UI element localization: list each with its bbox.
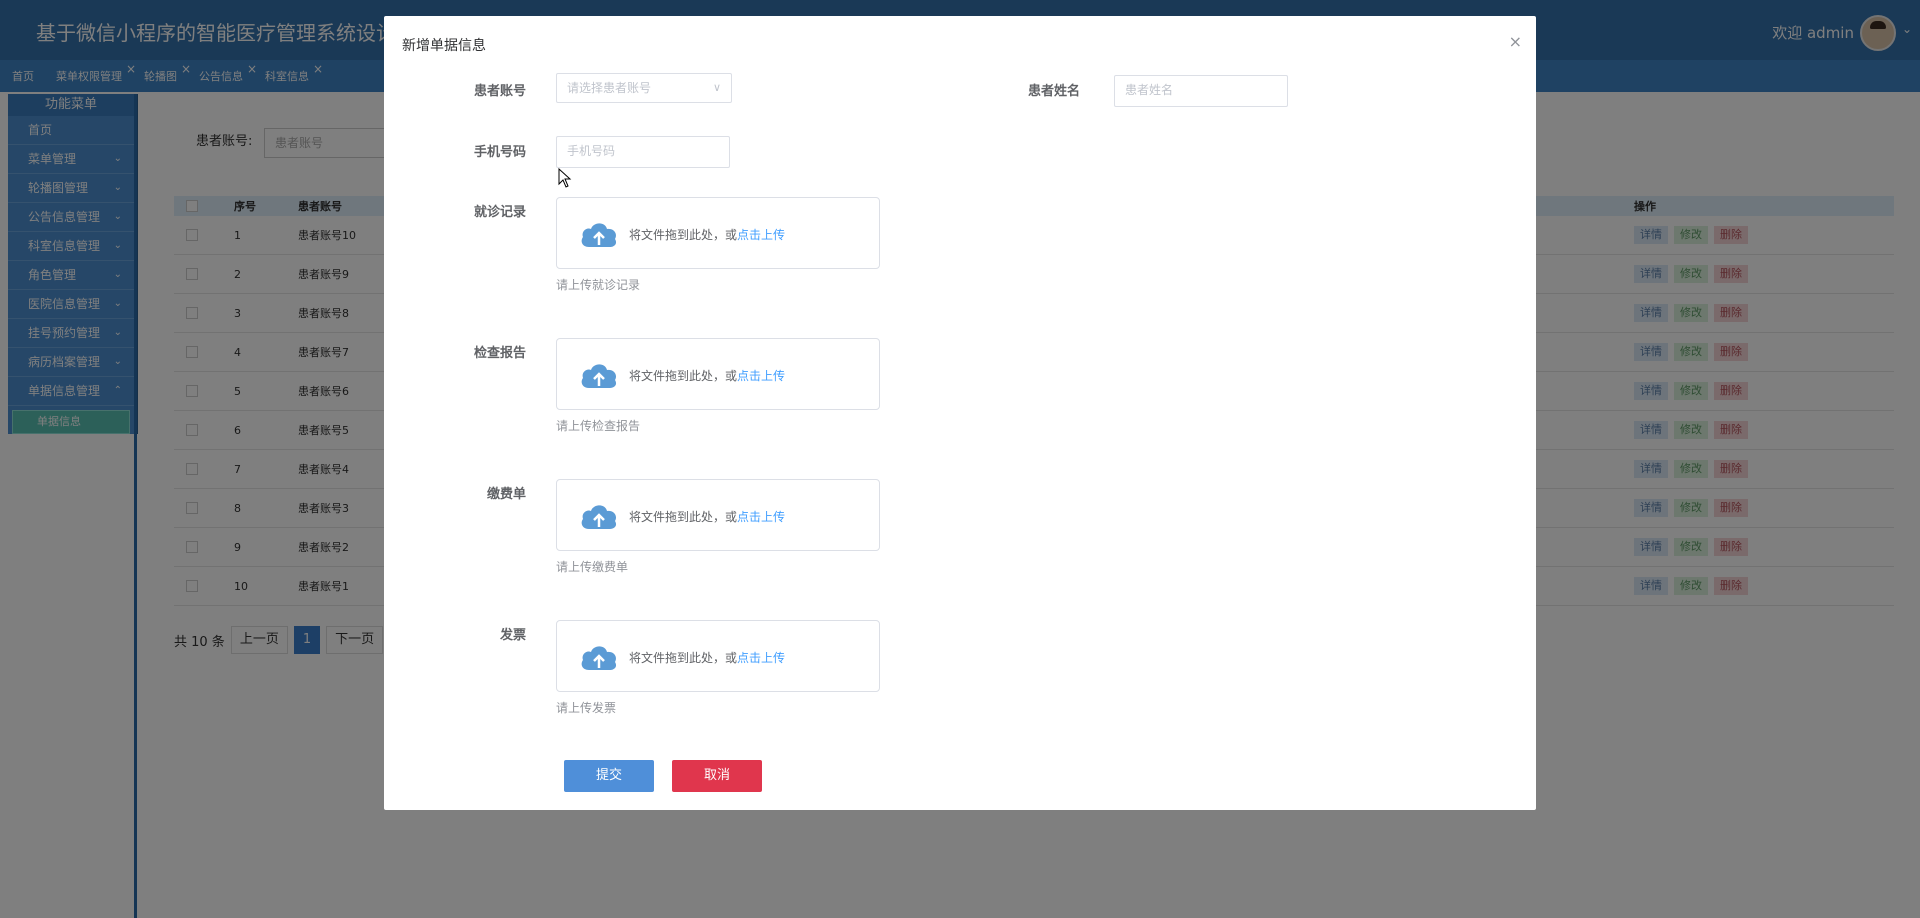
name-field[interactable]: 患者姓名 (1114, 75, 1288, 107)
upload-drag-text: 将文件拖到此处，或 (629, 510, 738, 524)
cloud-upload-icon (581, 364, 617, 388)
account-select-placeholder: 请选择患者账号 (567, 81, 652, 95)
upload-hint: 将文件拖到此处，或点击上传 (629, 367, 785, 384)
account-select[interactable]: 请选择患者账号 ∨ (556, 73, 732, 103)
upload-dropzone[interactable]: 将文件拖到此处，或点击上传 (556, 338, 880, 410)
upload-dropzone[interactable]: 将文件拖到此处，或点击上传 (556, 479, 880, 551)
upload-tip: 请上传检查报告 (556, 419, 641, 433)
dialog-title: 新增单据信息 (402, 38, 486, 54)
upload-dropzone[interactable]: 将文件拖到此处，或点击上传 (556, 197, 880, 269)
upload-tip: 请上传就诊记录 (556, 278, 641, 292)
submit-button[interactable]: 提交 (564, 760, 654, 792)
upload-drag-text: 将文件拖到此处，或 (629, 369, 738, 383)
upload-tip: 请上传缴费单 (556, 560, 629, 574)
cancel-button[interactable]: 取消 (672, 760, 762, 792)
phone-field[interactable]: 手机号码 (556, 136, 730, 168)
cloud-upload-icon (581, 505, 617, 529)
mouse-cursor-icon (558, 168, 572, 188)
add-receipt-dialog: 新增单据信息 × 患者账号 请选择患者账号 ∨ 患者姓名 患者姓名 手机号码 手… (384, 16, 1536, 810)
chevron-down-icon: ∨ (712, 81, 721, 94)
upload-hint: 将文件拖到此处，或点击上传 (629, 226, 785, 243)
click-upload-link[interactable]: 点击上传 (737, 651, 785, 665)
field-label-upload: 检查报告 (473, 346, 526, 361)
field-label-phone: 手机号码 (473, 145, 526, 160)
close-icon[interactable]: × (1509, 32, 1522, 51)
upload-tip: 请上传发票 (556, 701, 617, 715)
upload-drag-text: 将文件拖到此处，或 (629, 228, 738, 242)
click-upload-link[interactable]: 点击上传 (737, 228, 785, 242)
field-label-upload: 就诊记录 (473, 205, 526, 220)
cloud-upload-icon (581, 223, 617, 247)
upload-hint: 将文件拖到此处，或点击上传 (629, 649, 785, 666)
upload-dropzone[interactable]: 将文件拖到此处，或点击上传 (556, 620, 880, 692)
cloud-upload-icon (581, 646, 617, 670)
click-upload-link[interactable]: 点击上传 (737, 369, 785, 383)
field-label-account: 患者账号 (473, 84, 526, 99)
upload-drag-text: 将文件拖到此处，或 (629, 651, 738, 665)
field-label-upload: 缴费单 (486, 487, 526, 502)
upload-hint: 将文件拖到此处，或点击上传 (629, 508, 785, 525)
field-label-name: 患者姓名 (1027, 84, 1080, 99)
field-label-upload: 发票 (499, 628, 526, 643)
click-upload-link[interactable]: 点击上传 (737, 510, 785, 524)
